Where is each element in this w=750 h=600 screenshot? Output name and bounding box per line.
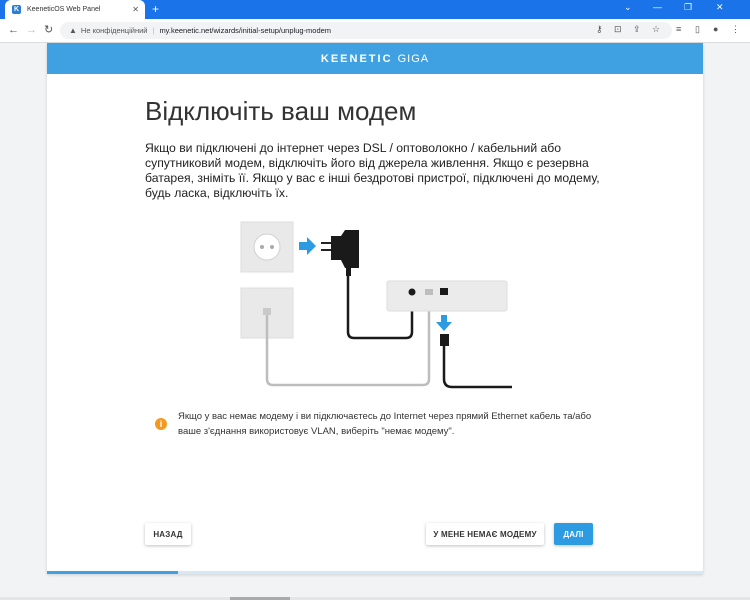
url-text[interactable]: my.keenetic.net/wizards/initial-setup/un… <box>159 26 331 35</box>
intro-text: Якщо ви підключені до інтернет через DSL… <box>145 141 600 200</box>
info-icon: i <box>155 418 167 430</box>
translate-icon[interactable]: ⊡ <box>614 24 622 35</box>
wizard-progress-fill <box>47 571 179 574</box>
close-window-button[interactable]: ✕ <box>716 2 724 13</box>
side-panel-icon[interactable]: ▯ <box>695 24 700 35</box>
no-modem-button[interactable]: У МЕНЕ НЕМАЄ МОДЕМУ <box>426 523 544 545</box>
wizard-card: KEENETIC GIGA Відключіть ваш модем Якщо … <box>47 43 703 574</box>
key-icon[interactable]: ⚷ <box>596 24 603 35</box>
back-button[interactable]: НАЗАД <box>145 523 191 545</box>
browser-tab[interactable]: K KeeneticOS Web Panel ✕ <box>5 0 145 19</box>
tab-search-icon[interactable]: ⌄ <box>624 2 632 13</box>
page-title: Відключіть ваш модем <box>145 96 417 126</box>
socket-icon <box>240 221 294 273</box>
new-tab-button[interactable]: + <box>152 2 159 16</box>
profile-icon[interactable]: ● <box>713 24 718 34</box>
brand-header: KEENETIC GIGA <box>47 43 703 74</box>
omnibox-divider: | <box>152 26 155 35</box>
arrow-down-icon <box>436 315 452 331</box>
address-bar[interactable]: ▲ Не конфіденційний | my.keenetic.net/wi… <box>60 22 672 39</box>
browser-toolbar: ← → ↻ ▲ Не конфіденційний | my.keenetic.… <box>0 19 750 43</box>
next-button[interactable]: ДАЛІ <box>554 523 593 545</box>
minimize-button[interactable]: — <box>653 2 662 12</box>
security-label: Не конфіденційний <box>80 26 148 35</box>
tab-close-icon[interactable]: ✕ <box>132 5 139 14</box>
page-viewport: KEENETIC GIGA Відключіть ваш модем Якщо … <box>0 43 750 600</box>
reload-icon[interactable]: ↻ <box>44 24 53 36</box>
reading-list-icon[interactable]: ≡ <box>676 24 681 34</box>
tab-title: KeeneticOS Web Panel <box>27 6 101 13</box>
router-icon <box>386 280 508 312</box>
brand-logo: KEENETIC GIGA <box>320 52 430 65</box>
share-icon[interactable]: ⇪ <box>633 24 641 35</box>
browser-titlebar: K KeeneticOS Web Panel ✕ + ⌄ — ❐ ✕ <box>0 0 750 19</box>
arrow-right-icon <box>299 237 316 255</box>
keenetic-favicon-icon: K <box>12 5 21 14</box>
menu-icon[interactable]: ⋮ <box>731 24 740 35</box>
no-modem-note: i Якщо у вас немає модему і ви підключає… <box>155 409 615 439</box>
unplug-illustration <box>240 221 512 389</box>
back-nav-icon[interactable]: ← <box>8 24 19 36</box>
bookmark-star-icon[interactable]: ☆ <box>652 24 660 35</box>
warning-icon[interactable]: ▲ <box>69 26 77 35</box>
forward-nav-icon[interactable]: → <box>26 24 37 36</box>
maximize-button[interactable]: ❐ <box>684 2 692 13</box>
wizard-progress-bar <box>47 571 703 574</box>
power-adapter-icon <box>321 230 359 276</box>
note-text: Якщо у вас немає модему і ви підключаєте… <box>178 411 592 437</box>
